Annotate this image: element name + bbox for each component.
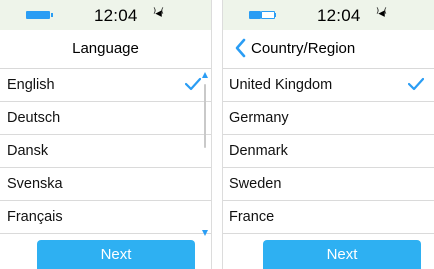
list-item[interactable]: Svenska [0,168,211,201]
vibrate-icon: ⁾◂⁽ [376,5,387,20]
list-item[interactable]: Français [0,201,211,234]
list-item[interactable]: English [0,69,211,102]
page-title: Country/Region [251,40,356,57]
country-list: United Kingdom Germany Denmark Sweden Fr… [223,69,434,234]
next-button[interactable]: Next [263,240,421,269]
list-item-label: Germany [229,110,289,126]
list-item-label: Sweden [229,176,282,192]
list-item-label: United Kingdom [229,77,333,93]
checkmark-icon [185,77,201,91]
list-item[interactable]: France [223,201,434,234]
country-region-screen: 12:04 ⁾◂⁽ Country/Region United Kingdom … [222,0,434,269]
page-title: Language [72,40,139,57]
screen-header: Country/Region [223,30,434,69]
scroll-up-arrow-icon[interactable] [202,72,208,78]
status-bar: 12:04 ⁾◂⁽ [0,0,211,30]
scroll-down-arrow-icon[interactable] [202,230,208,236]
scrollbar[interactable] [204,84,206,148]
status-time: 12:04 [317,6,361,25]
language-list: English Deutsch Dansk Svenska Français [0,69,211,234]
list-item[interactable]: Germany [223,102,434,135]
status-time: 12:04 [94,6,138,25]
status-bar: 12:04 ⁾◂⁽ [223,0,434,30]
battery-tip [51,13,53,17]
battery-icon [249,11,261,19]
next-button[interactable]: Next [37,240,195,269]
language-screen: 12:04 ⁾◂⁽ Language English Deutsch Dansk… [0,0,212,269]
list-item[interactable]: Denmark [223,135,434,168]
list-item-label: Dansk [7,143,49,159]
list-item-label: Svenska [7,176,63,192]
chevron-left-icon[interactable] [230,36,252,60]
battery-icon [26,11,50,19]
list-item-label: Deutsch [7,110,61,126]
battery-tip [274,13,276,17]
battery-empty-segment [261,11,275,19]
checkmark-icon [408,77,424,91]
list-item[interactable]: Deutsch [0,102,211,135]
list-item-label: Denmark [229,143,288,159]
list-item-label: English [7,77,55,93]
vibrate-icon: ⁾◂⁽ [153,5,164,20]
list-item[interactable]: Sweden [223,168,434,201]
list-item[interactable]: United Kingdom [223,69,434,102]
list-item[interactable]: Dansk [0,135,211,168]
list-item-label: Français [7,209,63,225]
screen-header: Language [0,30,211,69]
list-item-label: France [229,209,275,225]
